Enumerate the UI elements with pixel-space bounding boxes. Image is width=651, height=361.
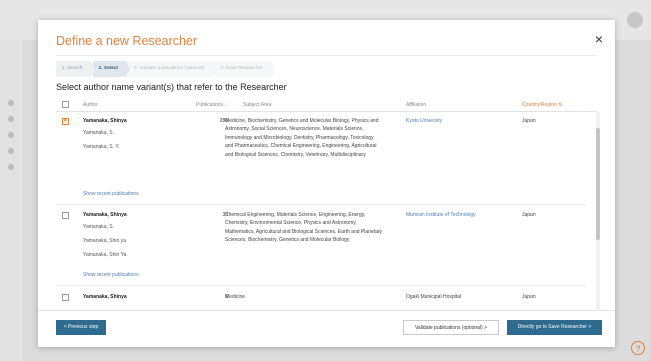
author-name: Yamanaka, Shinya [83,212,127,218]
author-variant: Yamanaka, S. [83,130,115,136]
country: Japan [522,212,536,218]
header-country-label: Country/Region [522,102,557,108]
step-validate[interactable]: 3. Validate publications (optional) [128,61,217,77]
header-affiliation[interactable]: Affiliation [406,102,426,108]
subject-area: Medicine, Biochemistry, Genetics and Mol… [225,118,379,158]
country: Japan [522,118,536,124]
row-checkbox[interactable] [62,294,69,301]
row-checkbox[interactable] [62,212,69,219]
previous-step-button[interactable]: < Previous step [56,320,106,335]
affiliation-link[interactable]: Muroran Institute of Technology [406,212,476,218]
header-author[interactable]: Author [83,102,98,108]
header-publications[interactable]: Publications ↓ [196,102,227,108]
author-variant: Yamanaka, Shin Ya [83,252,127,258]
author-variant: Yamanaka, S. Y. [83,144,120,150]
affiliation: Ogaki Municipal Hospital [406,294,462,300]
sidebar-icon [8,132,14,138]
sort-toggle-icon: ⇅ [558,102,563,108]
header-subject-area[interactable]: Subject Area [243,102,271,108]
affiliation-link[interactable]: Kyoto University [406,118,442,124]
save-researcher-button[interactable]: Directly go to Save Researcher > [507,320,602,335]
header-publications-label: Publications [196,102,223,108]
help-icon[interactable]: ? [631,341,645,355]
step-save[interactable]: 4. Save Researcher [214,61,276,77]
divider [38,310,615,311]
sidebar-icon [8,148,14,154]
scrollbar-thumb[interactable] [596,128,600,240]
header-country[interactable]: Country/Region ⇅ [522,102,562,108]
author-variant-list: Yamanaka, Shinya Yamanaka, S. Yamanaka, … [56,112,598,309]
wizard-steps: 1. Search 2. Select 3. Validate publicat… [56,61,276,77]
define-researcher-modal: Define a new Researcher × 1. Search 2. S… [38,20,615,347]
sort-arrow-icon: ↓ [224,102,227,108]
select-all-checkbox[interactable] [62,101,69,108]
divider [56,204,586,205]
author-name: Yamanaka, Shinya [83,118,127,124]
country: Japan [522,294,536,300]
list-scrollbar[interactable] [596,112,600,309]
show-recent-publications-link[interactable]: Show recent publications [83,191,139,197]
validate-publications-button[interactable]: Validate publications (optional) > [403,320,499,335]
sidebar-icon [8,100,14,106]
row-checkbox[interactable] [62,118,69,125]
close-icon[interactable]: × [595,31,603,47]
show-recent-publications-link[interactable]: Show recent publications [83,272,139,278]
modal-title: Define a new Researcher [56,34,198,48]
author-variant: Yamanaka, S. [83,224,115,230]
subject-area: Medicine [225,294,246,300]
background-sidebar [0,40,22,361]
divider [56,55,597,56]
step-search[interactable]: 1. Search [56,61,95,77]
author-name: Yamanaka, Shinya [83,294,127,300]
subject-area: Chemical Engineering, Materials Science,… [225,212,383,244]
sidebar-icon [8,116,14,122]
divider [56,285,586,286]
instructions: Select author name variant(s) that refer… [56,82,287,92]
sidebar-icon [8,164,14,170]
author-variant: Yamanaka, Shin ya [83,238,126,244]
user-avatar-icon [627,12,643,28]
step-select[interactable]: 2. Select [92,61,131,77]
